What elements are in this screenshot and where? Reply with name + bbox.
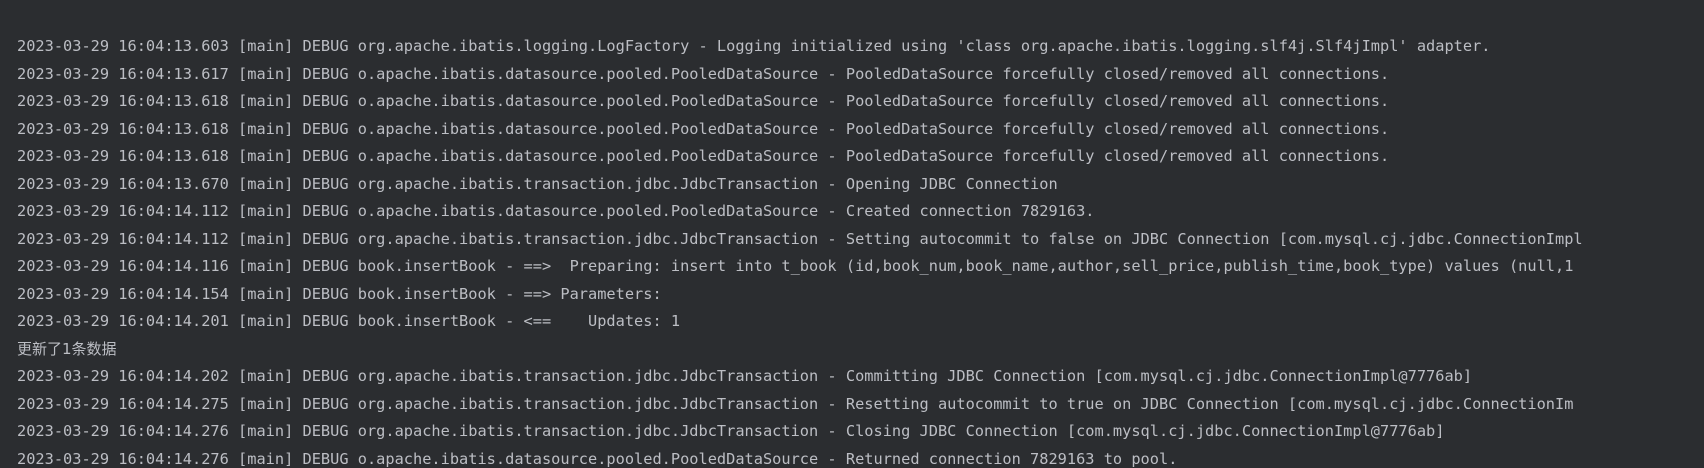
log-line: 2023-03-29 16:04:13.618 [main] DEBUG o.a… bbox=[17, 92, 1390, 110]
log-line: 2023-03-29 16:04:14.154 [main] DEBUG boo… bbox=[17, 284, 671, 303]
log-line: 2023-03-29 16:04:14.112 [main] DEBUG o.a… bbox=[17, 202, 1095, 220]
log-line: 2023-03-29 16:04:14.202 [main] DEBUG org… bbox=[17, 367, 1473, 385]
log-line: 2023-03-29 16:04:14.275 [main] DEBUG org… bbox=[17, 394, 1574, 413]
program-output-line: 更新了1条数据 bbox=[17, 339, 117, 358]
log-line: 2023-03-29 16:04:13.617 [main] DEBUG o.a… bbox=[17, 64, 1390, 83]
log-line: 2023-03-29 16:04:13.618 [main] DEBUG o.a… bbox=[17, 147, 1390, 165]
log-line: 2023-03-29 16:04:14.276 [main] DEBUG org… bbox=[17, 422, 1445, 440]
log-line: 2023-03-29 16:04:14.116 [main] DEBUG boo… bbox=[17, 257, 1574, 275]
log-line: 2023-03-29 16:04:13.618 [main] DEBUG o.a… bbox=[17, 119, 1390, 138]
log-line: 2023-03-29 16:04:14.201 [main] DEBUG boo… bbox=[17, 312, 681, 330]
log-line: 2023-03-29 16:04:13.670 [main] DEBUG org… bbox=[17, 174, 1058, 193]
log-line: 2023-03-29 16:04:14.276 [main] DEBUG o.a… bbox=[17, 449, 1178, 468]
log-line: 2023-03-29 16:04:14.112 [main] DEBUG org… bbox=[17, 229, 1583, 248]
console-output-panel[interactable]: 2023-03-29 16:04:13.603 [main] DEBUG org… bbox=[0, 0, 1704, 468]
log-line: 2023-03-29 16:04:13.603 [main] DEBUG org… bbox=[17, 37, 1491, 55]
